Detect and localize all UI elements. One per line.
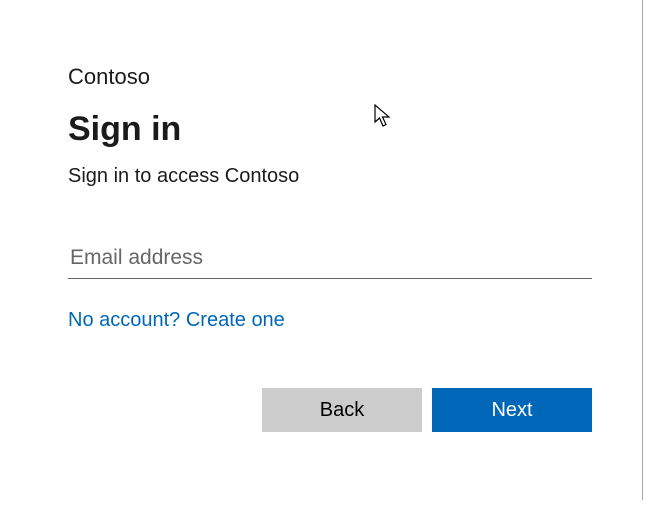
back-button[interactable]: Back <box>262 388 422 432</box>
email-field[interactable] <box>68 242 592 279</box>
panel-right-border <box>642 0 643 500</box>
page-subtitle: Sign in to access Contoso <box>68 165 595 188</box>
brand-name: Contoso <box>68 64 595 90</box>
next-button[interactable]: Next <box>432 388 592 432</box>
create-account-link[interactable]: No account? Create one <box>68 309 285 332</box>
button-row: Back Next <box>68 388 592 432</box>
signin-panel: Contoso Sign in Sign in to access Contos… <box>0 0 663 472</box>
page-title: Sign in <box>68 110 595 149</box>
